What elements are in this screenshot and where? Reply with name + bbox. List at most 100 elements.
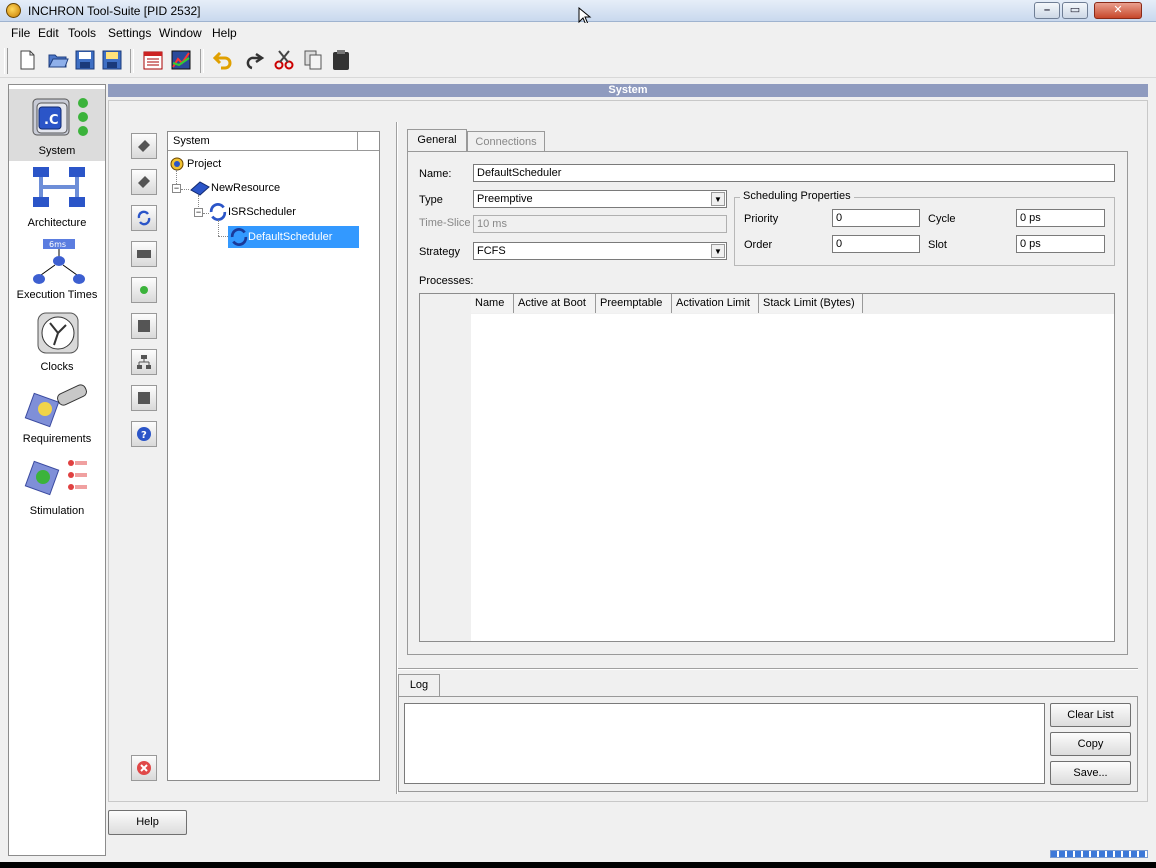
add-hierarchy-button[interactable]	[131, 349, 157, 375]
add-resource-button[interactable]	[131, 133, 157, 159]
architecture-icon	[33, 167, 85, 207]
chart-icon[interactable]	[170, 49, 192, 71]
block-icon	[138, 392, 150, 404]
type-select[interactable]: Preemptive ▼	[473, 190, 727, 208]
resource-icon	[190, 181, 210, 196]
processes-label: Processes:	[419, 275, 474, 287]
clear-list-button[interactable]: Clear List	[1050, 703, 1131, 727]
tree-item-defaultscheduler[interactable]: DefaultScheduler	[228, 226, 359, 248]
block-icon	[138, 320, 150, 332]
nav-requirements-label: Requirements	[22, 433, 92, 445]
timeslice-label: Time-Slice	[419, 217, 471, 229]
nav-system[interactable]: .C System	[9, 89, 105, 161]
save-button[interactable]: Save...	[1050, 761, 1131, 785]
processes-table-body[interactable]	[471, 314, 1114, 641]
save-all-icon[interactable]	[101, 49, 123, 71]
system-icon: .C	[32, 98, 88, 136]
svg-text:6ms: 6ms	[49, 240, 66, 249]
tree-expander-isrscheduler[interactable]: −	[194, 208, 203, 217]
status-progress	[1050, 850, 1148, 858]
help-tool-button[interactable]: ?	[131, 421, 157, 447]
column-header-name[interactable]: Name	[471, 294, 514, 313]
tab-connections[interactable]: Connections	[467, 131, 545, 151]
cycle-field[interactable]: 0 ps	[1016, 209, 1105, 227]
column-header-preemptable[interactable]: Preemptable	[596, 294, 672, 313]
name-label: Name:	[419, 168, 452, 180]
execution-times-icon: 6ms	[33, 239, 85, 284]
copy-button[interactable]: Copy	[1050, 732, 1131, 756]
tab-general[interactable]: General	[407, 129, 467, 151]
toolbar	[0, 44, 1156, 78]
project-icon	[170, 157, 184, 171]
scheduler-icon	[230, 228, 248, 246]
open-icon[interactable]	[47, 49, 69, 71]
processes-table[interactable]: Name Active at Boot Preemptable Activati…	[419, 293, 1115, 642]
nav-clocks[interactable]: Clocks	[9, 305, 105, 377]
redo-icon[interactable]	[244, 49, 266, 71]
log-list[interactable]	[404, 703, 1045, 784]
nav-requirements[interactable]: Requirements	[9, 377, 105, 449]
nav-execution-times[interactable]: 6ms Execution Times	[9, 233, 105, 305]
system-tree[interactable]: System Project − NewResource − ISRSchedu…	[167, 131, 380, 781]
cycle-label: Cycle	[928, 213, 956, 225]
green-dot-icon	[140, 286, 148, 294]
nav-stimulation[interactable]: Stimulation	[9, 449, 105, 521]
add-process-button[interactable]	[131, 241, 157, 267]
maximize-button[interactable]: ▭	[1062, 2, 1088, 19]
menu-tools[interactable]: Tools	[68, 26, 96, 40]
add-block-button[interactable]	[131, 313, 157, 339]
priority-field[interactable]: 0	[832, 209, 920, 227]
add-component-button[interactable]	[131, 169, 157, 195]
nav-execution-times-label: Execution Times	[16, 289, 98, 301]
menu-settings[interactable]: Settings	[108, 26, 151, 40]
copy-icon[interactable]	[302, 49, 324, 71]
add-scheduler-button[interactable]	[131, 205, 157, 231]
order-field[interactable]: 0	[832, 235, 920, 253]
save-icon[interactable]	[74, 49, 96, 71]
add-event-button[interactable]	[131, 277, 157, 303]
menu-help[interactable]: Help	[212, 26, 237, 40]
splitter[interactable]	[398, 668, 1138, 670]
new-icon[interactable]	[16, 49, 38, 71]
strategy-select[interactable]: FCFS ▼	[473, 242, 727, 260]
slot-label: Slot	[928, 239, 947, 251]
nav-architecture-label: Architecture	[27, 217, 87, 229]
paste-icon[interactable]	[330, 49, 352, 71]
scheduling-properties-title: Scheduling Properties	[740, 190, 854, 202]
window-title: INCHRON Tool-Suite [PID 2532]	[28, 4, 201, 18]
toolbar-grip[interactable]	[4, 48, 8, 74]
nav-architecture[interactable]: Architecture	[9, 161, 105, 233]
column-header-stack-limit[interactable]: Stack Limit (Bytes)	[759, 294, 863, 313]
close-button[interactable]: ✕	[1094, 2, 1142, 19]
column-header-activation-limit[interactable]: Activation Limit	[672, 294, 759, 313]
scheduler-icon	[209, 203, 227, 221]
name-field[interactable]: DefaultScheduler	[473, 164, 1115, 182]
menu-file[interactable]: File	[11, 26, 30, 40]
add-item-button[interactable]	[131, 385, 157, 411]
chip-icon	[138, 140, 150, 152]
app-icon	[6, 3, 21, 18]
perspective-nav: .C System Architecture 6ms Execution Tim…	[8, 84, 106, 856]
nav-stimulation-label: Stimulation	[29, 505, 85, 517]
tree-expander-newresource[interactable]: −	[172, 184, 181, 193]
scheduler-icon	[137, 210, 151, 226]
delete-button[interactable]	[131, 755, 157, 781]
column-header-active-at-boot[interactable]: Active at Boot	[514, 294, 596, 313]
clock-icon	[37, 312, 79, 354]
calendar-icon[interactable]	[142, 49, 164, 71]
process-icon	[137, 250, 151, 258]
hierarchy-icon	[137, 355, 151, 369]
cut-icon[interactable]	[273, 49, 295, 71]
minimize-button[interactable]: –	[1034, 2, 1060, 19]
menu-edit[interactable]: Edit	[38, 26, 59, 40]
menu-bar: File Edit Tools Settings Window Help	[0, 23, 1156, 43]
tab-log[interactable]: Log	[398, 674, 440, 696]
help-button[interactable]: Help	[108, 810, 187, 835]
tree-header[interactable]: System	[168, 132, 379, 151]
undo-icon[interactable]	[212, 49, 234, 71]
chevron-down-icon[interactable]: ▼	[711, 192, 725, 206]
menu-window[interactable]: Window	[159, 26, 202, 40]
slot-field[interactable]: 0 ps	[1016, 235, 1105, 253]
nav-system-label: System	[38, 145, 76, 157]
chevron-down-icon[interactable]: ▼	[711, 244, 725, 258]
